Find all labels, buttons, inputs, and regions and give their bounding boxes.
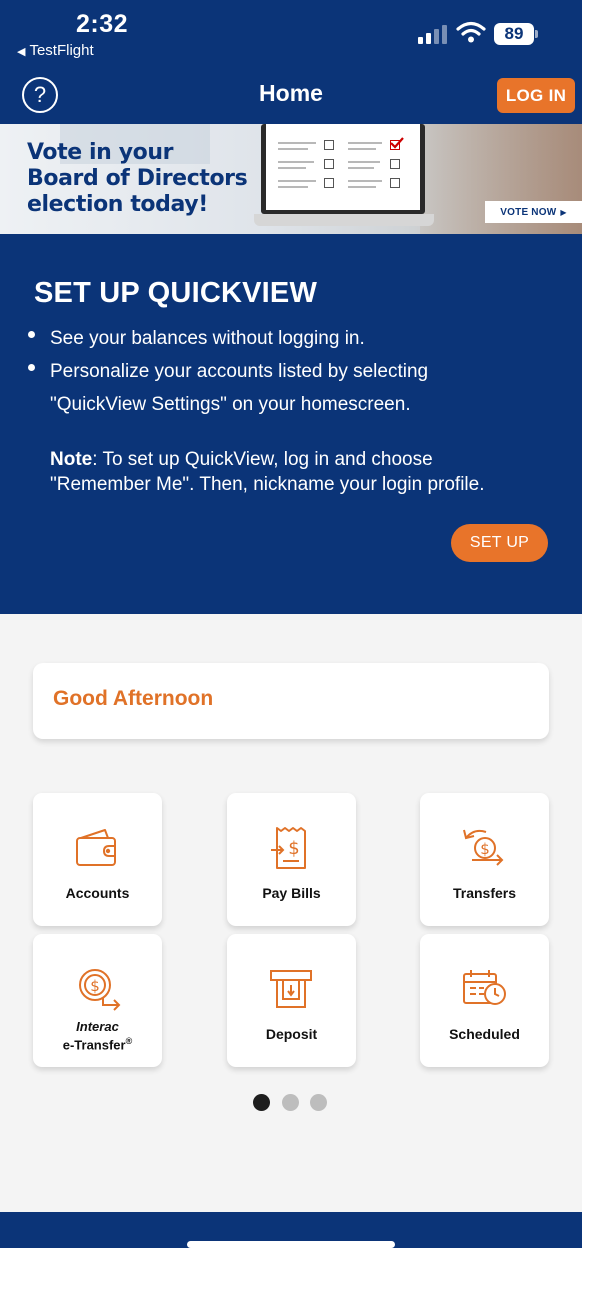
- page-indicator: [253, 1094, 333, 1112]
- banner-line-2: Board of Directors: [27, 166, 248, 191]
- back-arrow-icon: ◀: [17, 46, 26, 58]
- calendar-clock-icon: [463, 970, 506, 1005]
- quickview-panel: SET UP QUICKVIEW See your balances witho…: [0, 234, 582, 614]
- status-time: 2:32: [76, 10, 129, 38]
- back-label: TestFlight: [29, 42, 94, 59]
- dashboard-area: Good Afternoon Accounts $ Pay Bills $ Tr…: [0, 614, 582, 1212]
- greeting-text: Good Afternoon: [53, 687, 214, 710]
- bullet-icon: [28, 331, 35, 338]
- banner-line-1: Vote in your: [27, 140, 174, 165]
- banner-headline: Vote in your Board of Directors election…: [27, 140, 248, 218]
- quickview-bullet-2: Personalize your accounts listed by sele…: [50, 355, 428, 421]
- page-dot-2[interactable]: [282, 1094, 299, 1111]
- registered-mark: ®: [125, 1036, 133, 1046]
- dollar-send-icon: $: [79, 969, 121, 1011]
- home-indicator[interactable]: [187, 1241, 395, 1248]
- signal-icon: [418, 24, 450, 44]
- svg-text:$: $: [90, 977, 100, 995]
- bullet-icon: [28, 364, 35, 371]
- chevron-right-icon: ▶: [560, 207, 567, 217]
- receipt-dollar-icon: $: [271, 827, 306, 869]
- page-dot-1[interactable]: [253, 1094, 270, 1111]
- page-dot-3[interactable]: [310, 1094, 327, 1111]
- note-line-1: : To set up QuickView, log in and choose: [92, 449, 433, 470]
- pay-bills-tile[interactable]: $ Pay Bills: [227, 793, 356, 926]
- transfers-tile[interactable]: $ Transfers: [420, 793, 549, 926]
- quickview-title: SET UP QUICKVIEW: [34, 277, 318, 309]
- greeting-card: Good Afternoon: [33, 663, 549, 739]
- svg-text:$: $: [288, 838, 299, 859]
- header: 2:32 ◀ TestFlight 89 ? Home LOG IN: [0, 0, 582, 124]
- setup-quickview-button[interactable]: SET UP: [451, 524, 548, 562]
- transfers-label: Transfers: [452, 885, 517, 901]
- interac-etransfer-tile[interactable]: $ Interac e-Transfer®: [33, 934, 162, 1067]
- accounts-label: Accounts: [65, 885, 130, 901]
- note-label: Note: [50, 449, 93, 470]
- login-button[interactable]: LOG IN: [497, 78, 575, 113]
- note-line-2: "Remember Me". Then, nickname your login…: [50, 474, 485, 495]
- atm-deposit-icon: [270, 970, 312, 1008]
- dollar-exchange-icon: $: [463, 829, 504, 866]
- scheduled-tile[interactable]: Scheduled: [420, 934, 549, 1067]
- etransfer-text: e-Transfer: [62, 1037, 126, 1053]
- interac-etransfer-label: Interac e-Transfer®: [33, 1020, 162, 1052]
- vote-now-button[interactable]: VOTE NOW ▶: [485, 201, 582, 223]
- quickview-note: Note: To set up QuickView, log in and ch…: [50, 447, 485, 497]
- wallet-icon: [76, 829, 116, 866]
- interac-brand: Interac: [76, 1019, 119, 1034]
- app-screen: 2:32 ◀ TestFlight 89 ? Home LOG IN Vote …: [0, 0, 582, 1300]
- scheduled-label: Scheduled: [449, 1026, 520, 1042]
- pay-bills-label: Pay Bills: [262, 885, 321, 901]
- back-to-testflight[interactable]: ◀ TestFlight: [17, 42, 94, 59]
- battery-icon: 89: [494, 23, 538, 45]
- banner-line-3: election today!: [27, 192, 208, 217]
- vote-now-label: VOTE NOW: [500, 206, 557, 218]
- quickview-bullet-2-line-1: Personalize your accounts listed by sele…: [50, 361, 429, 382]
- deposit-label: Deposit: [265, 1026, 318, 1042]
- battery-level: 89: [494, 23, 534, 45]
- svg-text:$: $: [480, 840, 490, 858]
- laptop-ballot-illustration: [254, 124, 438, 234]
- quickview-bullet-1: See your balances without logging in.: [50, 328, 365, 349]
- check-mark-icon: [390, 137, 404, 149]
- deposit-tile[interactable]: Deposit: [227, 934, 356, 1067]
- quickview-bullet-2-line-2: "QuickView Settings" on your homescreen.: [50, 394, 411, 415]
- wifi-icon: [456, 21, 486, 43]
- accounts-tile[interactable]: Accounts: [33, 793, 162, 926]
- page-title: Home: [259, 80, 323, 106]
